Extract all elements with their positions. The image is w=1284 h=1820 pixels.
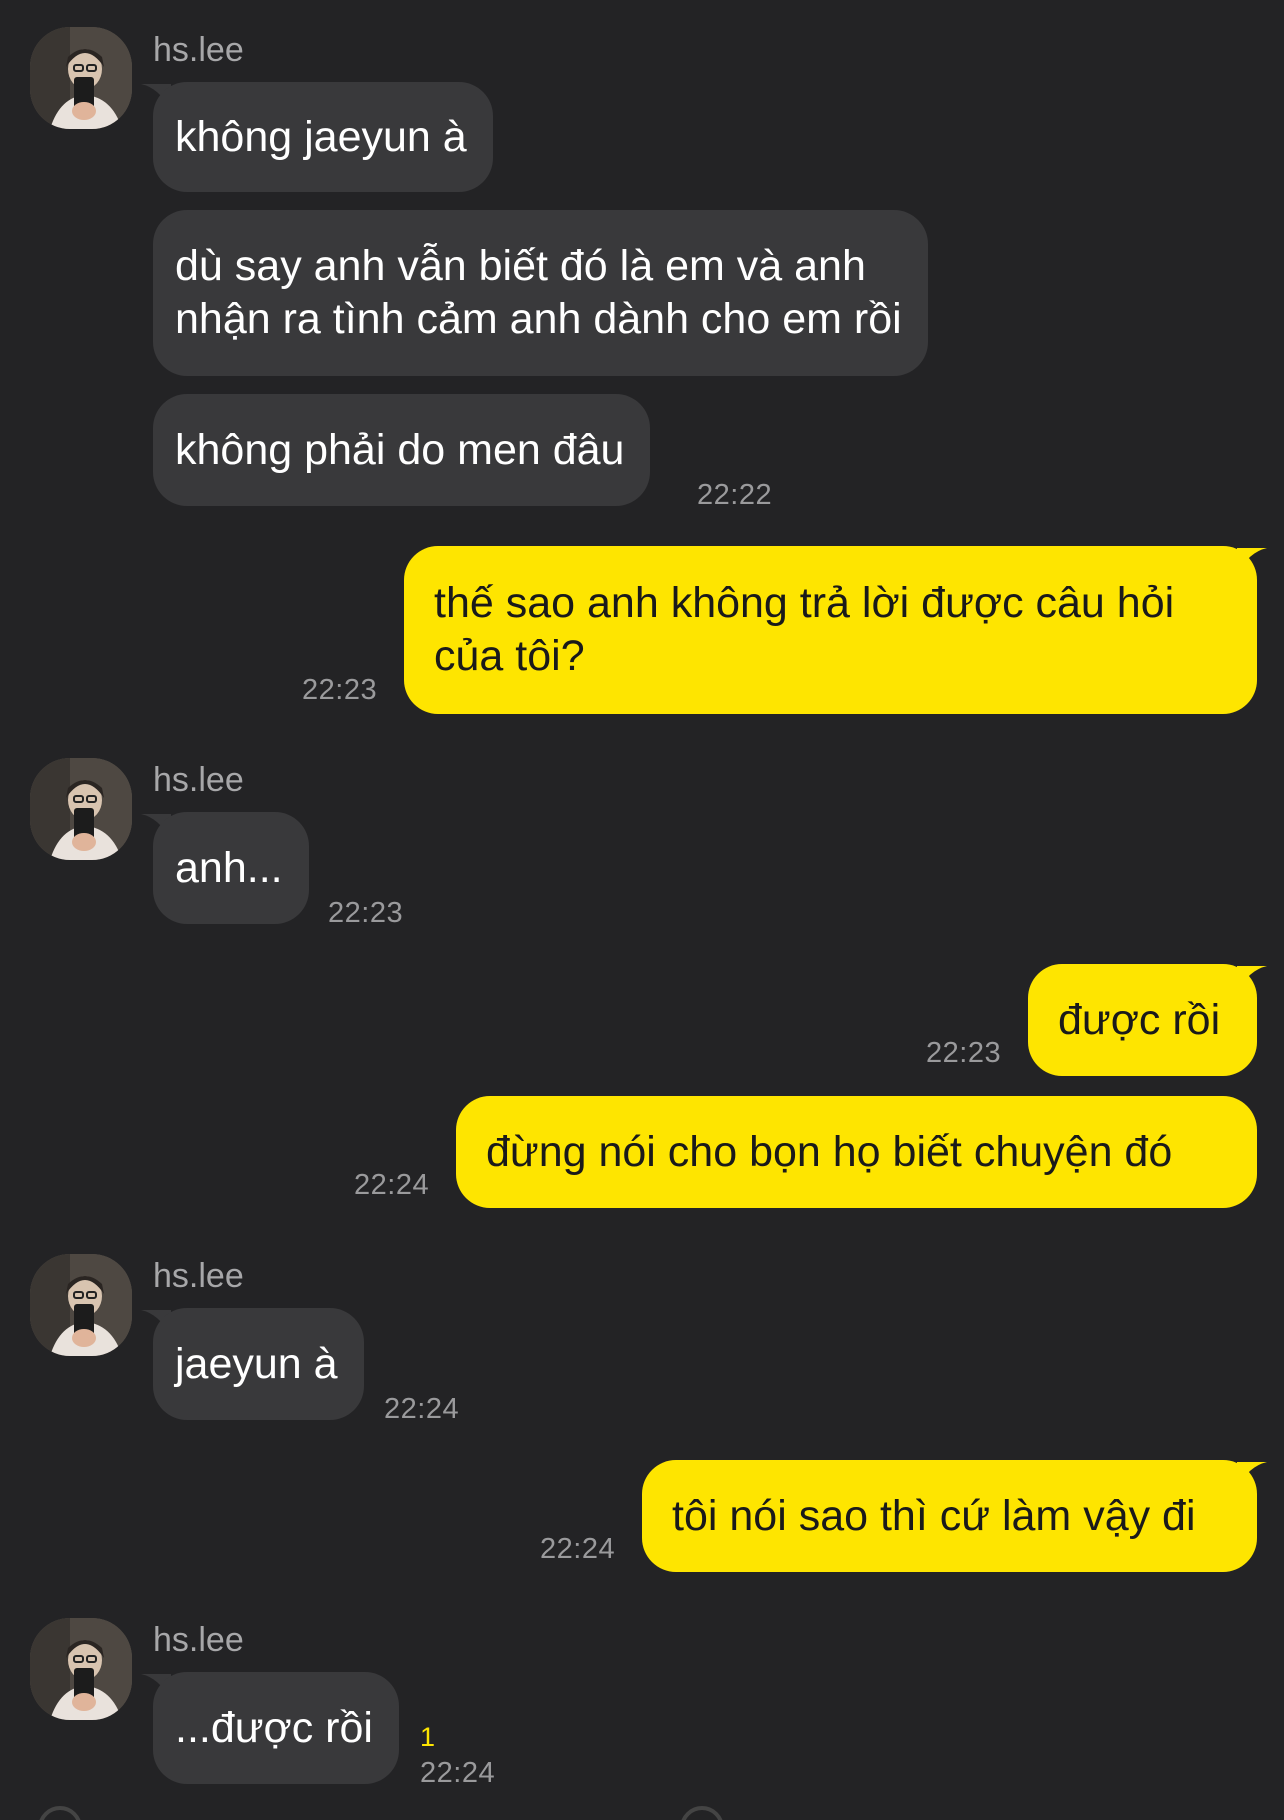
message-text: đừng nói cho bọn họ biết chuyện đó (486, 1127, 1173, 1176)
message-timestamp: 22:24 (420, 1757, 496, 1789)
avatar[interactable] (30, 758, 132, 860)
avatar[interactable] (30, 1254, 132, 1356)
message-bubble-incoming[interactable]: ...được rồi (153, 1672, 399, 1784)
message-bubble-outgoing[interactable]: thế sao anh không trả lời được câu hỏi c… (404, 546, 1257, 714)
sender-name: hs.lee (153, 31, 244, 69)
sender-name: hs.lee (153, 1621, 244, 1659)
partial-icon (680, 1806, 724, 1820)
avatar-photo (30, 1254, 132, 1356)
unread-count-badge: 1 (420, 1722, 436, 1752)
message-bubble-outgoing[interactable]: được rồi (1028, 964, 1257, 1076)
message-text: không phải do men đâu (175, 425, 625, 474)
message-bubble-incoming[interactable]: không phải do men đâu (153, 394, 651, 506)
avatar[interactable] (30, 1618, 132, 1720)
message-timestamp: 22:23 (302, 674, 378, 706)
message-bubble-incoming[interactable]: không jaeyun à (153, 82, 493, 192)
sender-name: hs.lee (153, 761, 244, 799)
avatar-photo (30, 27, 132, 129)
message-bubble-outgoing[interactable]: đừng nói cho bọn họ biết chuyện đó (456, 1096, 1257, 1208)
avatar[interactable] (30, 27, 132, 129)
message-timestamp: 22:24 (384, 1393, 460, 1425)
message-text: dù say anh vẫn biết đó là em và anh nhận… (175, 242, 902, 343)
message-text: ...được rồi (175, 1703, 373, 1752)
partial-avatar-icon (38, 1806, 82, 1820)
message-bubble-incoming[interactable]: anh... (153, 812, 309, 924)
avatar-photo (30, 1618, 132, 1720)
message-bubble-outgoing[interactable]: tôi nói sao thì cứ làm vậy đi (642, 1460, 1257, 1572)
message-text: anh... (175, 843, 283, 892)
message-bubble-incoming[interactable]: jaeyun à (153, 1308, 364, 1420)
message-text: jaeyun à (175, 1339, 338, 1388)
message-timestamp: 22:23 (328, 897, 404, 929)
message-text: được rồi (1058, 995, 1221, 1044)
chat-window: hs.lee không jaeyun à dù say anh vẫn biế… (0, 0, 1284, 1820)
message-timestamp: 22:24 (540, 1533, 616, 1565)
message-timestamp: 22:24 (354, 1169, 430, 1201)
message-text: thế sao anh không trả lời được câu hỏi c… (434, 579, 1175, 680)
sender-name: hs.lee (153, 1257, 244, 1295)
message-text: tôi nói sao thì cứ làm vậy đi (672, 1491, 1196, 1540)
avatar-photo (30, 758, 132, 860)
message-timestamp: 22:23 (926, 1037, 1002, 1069)
message-text: không jaeyun à (175, 112, 467, 161)
message-timestamp: 22:22 (697, 479, 773, 511)
message-bubble-incoming[interactable]: dù say anh vẫn biết đó là em và anh nhận… (153, 210, 928, 376)
